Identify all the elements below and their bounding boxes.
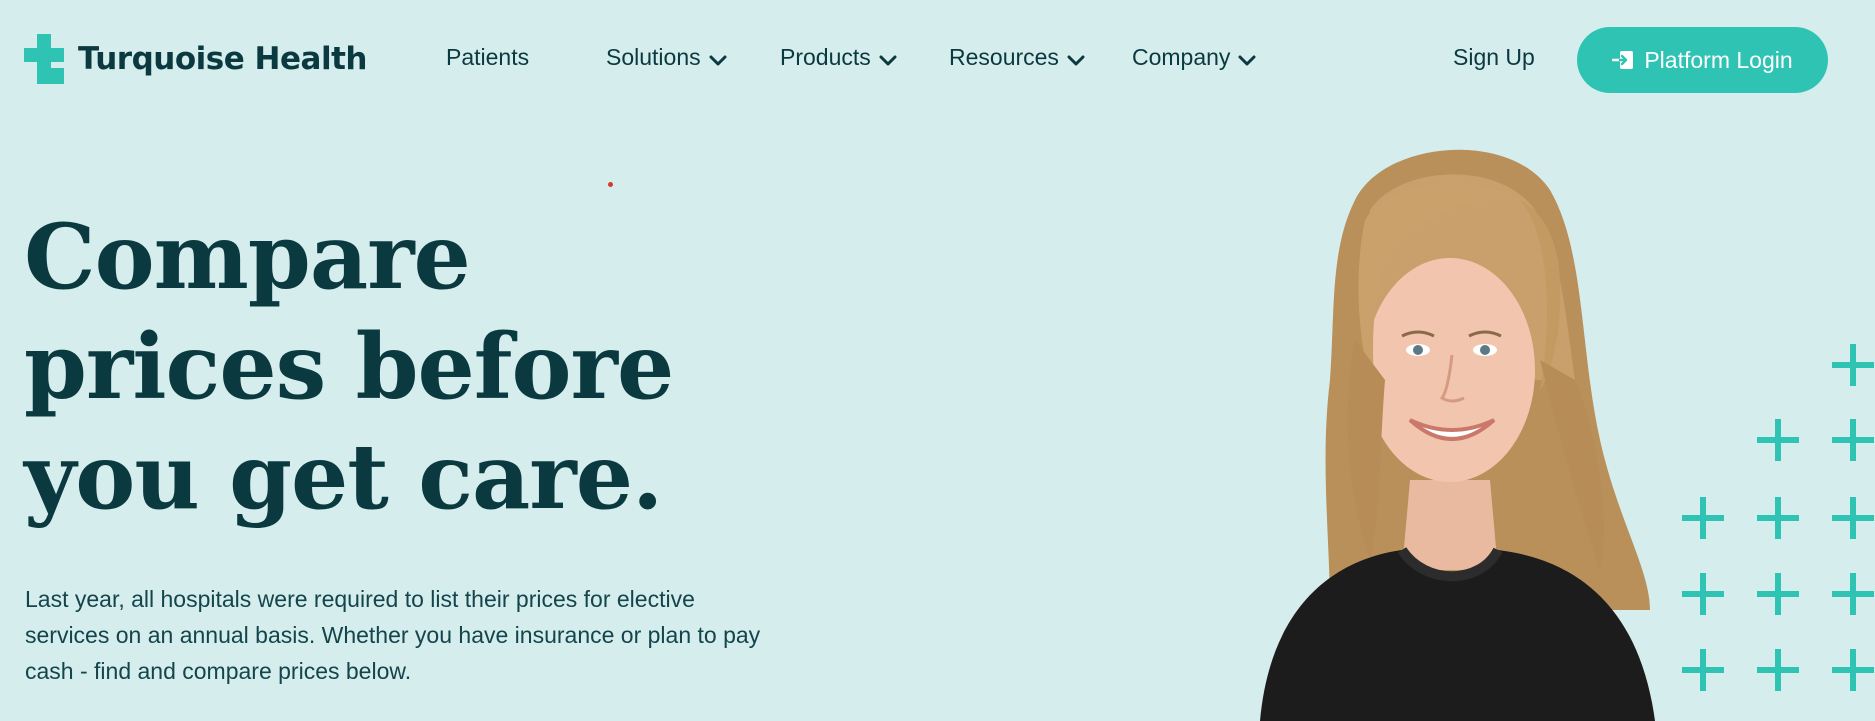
nav-label: Solutions	[606, 44, 701, 70]
plus-decoration-icon	[1832, 573, 1874, 615]
plus-decoration-icon	[1757, 419, 1799, 461]
hero-title-line: you get care.	[24, 424, 663, 530]
nav-label: Products	[780, 44, 871, 70]
plus-logo-icon	[24, 34, 64, 84]
nav-patients[interactable]: Patients	[446, 44, 529, 71]
chevron-down-icon	[709, 55, 727, 65]
portrait-image	[1260, 149, 1655, 721]
plus-decoration-icon	[1832, 649, 1874, 691]
nav-solutions[interactable]: Solutions	[606, 44, 727, 71]
chevron-down-icon	[879, 55, 897, 65]
brand-name: Turquoise Health	[78, 41, 367, 77]
plus-decoration-icon	[1832, 497, 1874, 539]
cursor-dot	[608, 182, 613, 187]
plus-decoration-icon	[1757, 649, 1799, 691]
login-label: Platform Login	[1644, 46, 1793, 73]
nav-resources[interactable]: Resources	[949, 44, 1085, 71]
hero-title-line: prices before	[24, 314, 674, 420]
chevron-down-icon	[1238, 55, 1256, 65]
login-arrow-icon	[1612, 51, 1634, 69]
nav-label: Patients	[446, 44, 530, 70]
nav-company[interactable]: Company	[1132, 44, 1256, 71]
nav-products[interactable]: Products	[780, 44, 897, 71]
hero-title-line: Compare	[24, 204, 471, 310]
page: Turquoise Health Patients Solutions Prod…	[0, 0, 1875, 721]
brand-logo[interactable]: Turquoise Health	[24, 34, 367, 84]
plus-decoration-icon	[1757, 497, 1799, 539]
nav-label: Company	[1132, 44, 1231, 70]
plus-decoration-icon	[1832, 344, 1874, 386]
sign-up-link[interactable]: Sign Up	[1453, 44, 1535, 71]
nav-label: Resources	[949, 44, 1059, 70]
hero-title: Compare prices before you get care.	[24, 202, 744, 532]
chevron-down-icon	[1067, 55, 1085, 65]
plus-decoration-icon	[1757, 573, 1799, 615]
plus-decoration-icon	[1832, 419, 1874, 461]
hero-description: Last year, all hospitals were required t…	[25, 586, 761, 684]
site-header: Turquoise Health Patients Solutions Prod…	[0, 0, 1875, 120]
platform-login-button[interactable]: Platform Login	[1577, 27, 1828, 93]
